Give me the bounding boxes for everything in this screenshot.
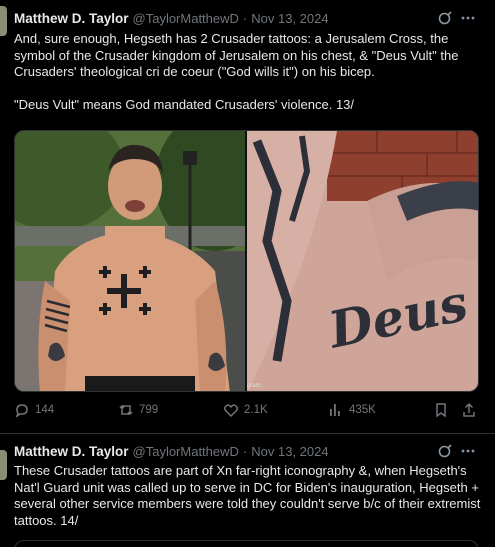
more-icon[interactable]: [459, 442, 477, 460]
author-handle[interactable]: @TaylorMatthewD: [133, 11, 239, 26]
separator-dot: ·: [242, 443, 248, 459]
tweet-text: And, sure enough, Hegseth has 2 Crusader…: [14, 31, 459, 112]
separator-dot: ·: [242, 10, 248, 26]
tweet-date[interactable]: Nov 13, 2024: [251, 444, 328, 459]
author-name[interactable]: Matthew D. Taylor: [14, 444, 129, 459]
like-icon: [224, 404, 238, 418]
tweet-actions: 144 799 2.1K 435K: [14, 400, 479, 422]
reply-button[interactable]: 144: [14, 400, 54, 420]
like-count: 2.1K: [244, 404, 268, 416]
grok-icon[interactable]: [436, 442, 454, 460]
repost-button[interactable]: 799: [118, 400, 158, 420]
more-icon[interactable]: [459, 9, 477, 27]
grok-icon[interactable]: [436, 9, 454, 27]
photo-shirtless-man[interactable]: [15, 131, 245, 391]
view-count: 435K: [349, 404, 376, 416]
repost-count: 799: [139, 404, 159, 416]
tweet[interactable]: Matthew D. Taylor @TaylorMatthewD · Nov …: [0, 434, 495, 547]
bookmark-icon: [436, 403, 446, 418]
reply-icon: [15, 404, 28, 418]
photo-deus-vult-tattoo[interactable]: Deus Vult: [247, 131, 478, 391]
tweet-media[interactable]: Deus Vult gram: [14, 130, 479, 392]
tweet-date[interactable]: Nov 13, 2024: [251, 11, 328, 26]
like-button[interactable]: 2.1K: [223, 400, 268, 420]
avatar[interactable]: [0, 450, 7, 480]
author-name[interactable]: Matthew D. Taylor: [14, 11, 129, 26]
bookmark-button[interactable]: [433, 400, 454, 420]
tweet-header: Matthew D. Taylor @TaylorMatthewD · Nov …: [14, 8, 329, 28]
media-watermark: gram: [247, 383, 261, 389]
tweet-media-preview[interactable]: [14, 540, 479, 547]
share-icon: [463, 402, 475, 417]
tweet-text: These Crusader tattoos are part of Xn fa…: [14, 463, 481, 528]
tweet[interactable]: Matthew D. Taylor @TaylorMatthewD · Nov …: [0, 0, 495, 433]
tweet-header: Matthew D. Taylor @TaylorMatthewD · Nov …: [14, 441, 329, 461]
author-handle[interactable]: @TaylorMatthewD: [133, 444, 239, 459]
avatar[interactable]: [0, 6, 7, 36]
reply-count: 144: [35, 404, 55, 416]
views-button[interactable]: 435K: [328, 400, 376, 420]
repost-icon: [119, 404, 133, 416]
share-button[interactable]: [461, 400, 482, 420]
views-icon: [330, 404, 340, 416]
